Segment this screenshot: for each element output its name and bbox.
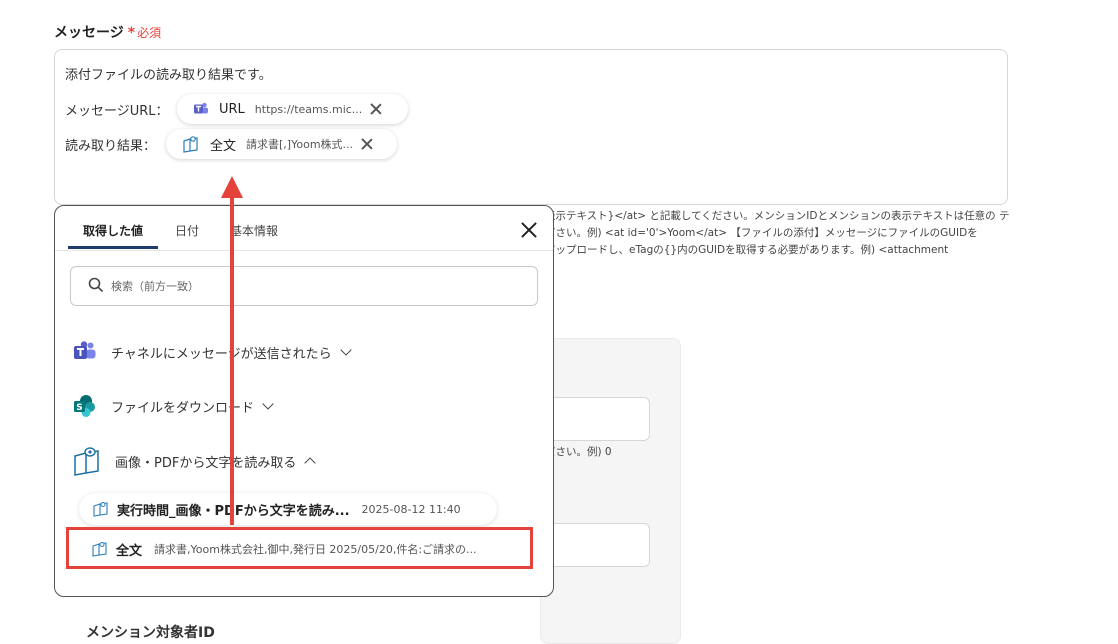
remove-result-pill-icon[interactable] [361,138,373,150]
chevron-down-icon [262,398,274,410]
background-form-panel [540,338,681,644]
ocr-book-icon [93,501,109,517]
search-icon [88,277,104,297]
message-result-label: 読み取り結果： [65,139,157,154]
section-title: チャネルにメッセージが送信されたら [111,346,332,362]
close-icon[interactable] [519,220,539,240]
tab-acquired-values[interactable]: 取得した値 [83,222,143,239]
url-pill-value: https://teams.mic... [254,102,363,116]
active-tab-indicator [68,246,158,249]
teams-icon [193,101,209,117]
message-line-1: 添付ファイルの読み取り結果です。 [65,68,272,83]
remove-url-pill-icon[interactable] [370,103,382,115]
url-pill-title: URL [219,101,245,117]
annotation-arrow-head [221,176,243,198]
search-input[interactable] [109,267,513,305]
message-field-label: メッセージ * 必須 [54,22,161,42]
url-variable-pill[interactable]: URL https://teams.mic... [177,94,408,124]
help-text-line-1: 表示テキスト}</at> と記載してください。メンションIDとメンションの表示テ… [545,210,1010,222]
help-text-line-3: アップロードし、eTagの{}内のGUIDを取得する必要があります。例) <at… [545,244,949,256]
tab-date[interactable]: 日付 [175,222,199,239]
result-pill-value: 請求書[,]Yoom株式... [246,138,354,151]
search-field[interactable] [70,266,538,306]
message-label-text: メッセージ [54,25,124,41]
help-text-line-2: ださい。例) <at id='0'>Yoom</at> 【ファイルの添付】メッセ… [545,227,978,239]
teams-icon [73,340,97,364]
result-variable-pill[interactable]: 全文 請求書[,]Yoom株式... [166,129,397,159]
background-input-2[interactable] [540,523,650,567]
required-star: * [127,25,136,41]
result-pill-title: 全文 [210,138,237,154]
tab-basic-info[interactable]: 基本情報 [230,222,278,239]
list-item-exec-time[interactable]: 実行時間_画像・PDFから文字を読み... 2025-08-12 11:40 [79,493,497,525]
section-teams-message[interactable]: チャネルにメッセージが送信されたら [73,340,352,364]
message-url-label: メッセージURL： [65,104,169,119]
ocr-book-icon [182,135,200,153]
section-file-download[interactable]: S ファイルをダウンロード [73,394,274,418]
chevron-down-icon [339,344,352,356]
ocr-book-icon [73,446,101,476]
svg-text:S: S [76,403,82,413]
annotation-arrow-shaft [230,190,234,525]
background-note: ださい。例) 0 [545,446,612,458]
section-ocr[interactable]: 画像・PDFから文字を読み取る [73,446,316,476]
mention-target-label: メンション対象者ID [86,625,215,641]
background-input-1[interactable] [540,397,650,441]
sharepoint-icon: S [73,394,97,418]
item-value: 2025-08-12 11:40 [361,502,461,516]
required-text: 必須 [137,26,162,40]
chevron-up-icon [304,457,316,469]
highlight-box [66,527,533,569]
section-title: 画像・PDFから文字を読み取る [115,455,297,471]
picker-tabs: 取得した値 日付 基本情報 [55,206,553,251]
